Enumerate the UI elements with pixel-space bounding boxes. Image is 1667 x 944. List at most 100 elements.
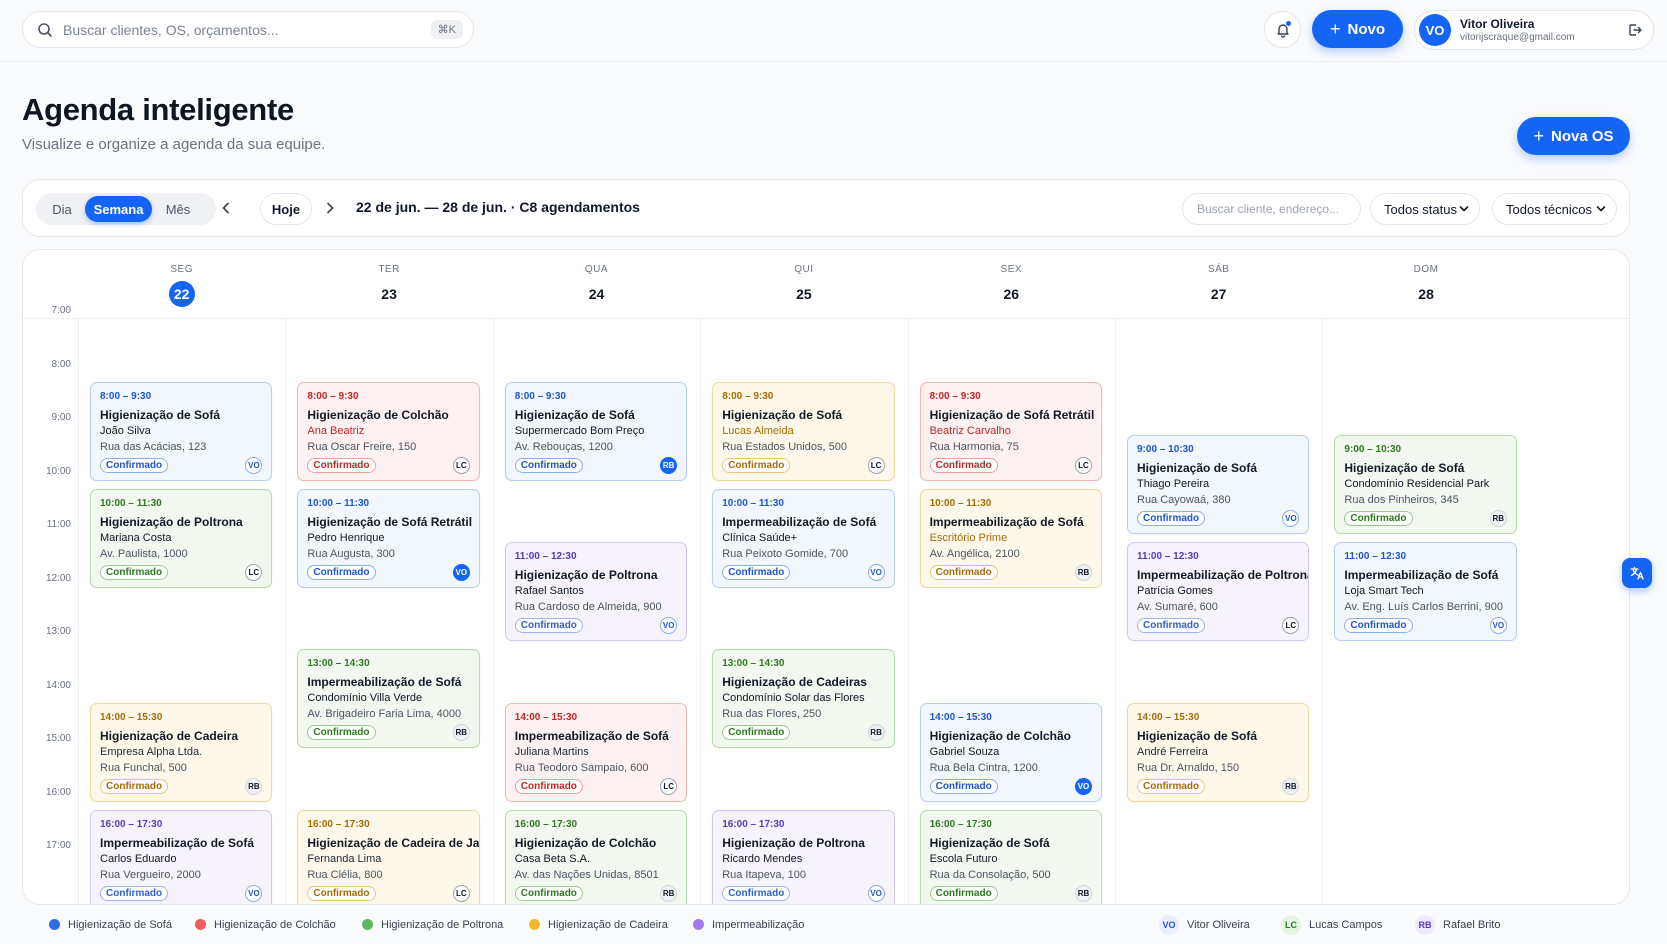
logout-icon[interactable]: [1627, 22, 1643, 38]
appointment-client: Mariana Costa: [100, 531, 172, 544]
hour-label: 15:00: [45, 733, 71, 744]
appointment-card[interactable]: 8:00 – 9:30 Higienização de Sofá João Silv…: [90, 381, 273, 481]
status-filter-select[interactable]: Todos status: [1370, 193, 1480, 225]
appointment-title: Higienização de Sofá: [1137, 728, 1258, 743]
appointment-card[interactable]: 10:00 – 11:30 Higienização de Poltrona Mar…: [90, 488, 273, 588]
legend-color-dot: [195, 919, 206, 930]
notifications-button[interactable]: [1264, 11, 1301, 48]
user-menu[interactable]: VO Vitor Oliveira vitorijscraque@gmail.c…: [1414, 10, 1654, 50]
day-header-weekday: SEG: [170, 264, 193, 275]
appointment-card[interactable]: 16:00 – 17:30 Impermeabilização de Sofá Ca…: [90, 809, 273, 904]
view-day-tab[interactable]: Dia: [39, 196, 85, 222]
appointment-time: 8:00 – 9:30: [722, 390, 774, 402]
appointment-card[interactable]: 8:00 – 9:30 Higienização de Sofá Retrátil…: [919, 381, 1102, 481]
appointment-client: Empresa Alpha Ltda.: [100, 745, 203, 758]
today-button[interactable]: Hoje: [260, 193, 312, 225]
appointment-card[interactable]: 8:00 – 9:30 Higienização de Colchão Ana Be…: [297, 381, 480, 481]
appointment-address: Rua Peixoto Gomide, 700: [722, 547, 849, 560]
view-week-tab[interactable]: Semana: [85, 196, 152, 222]
appointment-address: Rua Clélia, 800: [307, 868, 383, 881]
legend-service-item: Higienização de Poltrona: [362, 919, 503, 931]
day-header[interactable]: SÁB 27: [1115, 250, 1322, 318]
appointment-client: Rafael Santos: [514, 585, 584, 597]
appointment-address: Rua Estados Unidos, 500: [722, 440, 847, 453]
appointment-card[interactable]: 8:00 – 9:30 Higienização de Sofá Lucas Alm…: [712, 381, 895, 481]
status-badge: Confirmado: [722, 564, 791, 580]
legend-technician-avatar: VO: [1159, 914, 1179, 935]
day-header[interactable]: SEX 26: [908, 250, 1115, 318]
appointment-title: Impermeabilização de Sofá: [1344, 568, 1499, 582]
appointment-card[interactable]: 14:00 – 15:30 Higienização de Cadeira Empr…: [90, 702, 273, 802]
legend-technician-item: LC Lucas Campos: [1281, 914, 1382, 935]
appointment-card[interactable]: 10:00 – 11:30 Impermeabilização de Sofá Es…: [919, 488, 1102, 588]
global-search[interactable]: Buscar clientes, OS, orçamentos... ⌘K: [22, 11, 474, 48]
new-button-label: Novo: [1347, 20, 1386, 38]
notification-dot: [1285, 20, 1292, 27]
status-badge: Confirmado: [722, 725, 791, 740]
appointment-card[interactable]: 16:00 – 17:30 Higienização de Sofá Escola …: [919, 809, 1102, 904]
appointment-client: Loja Smart Tech: [1344, 585, 1424, 597]
appointment-card[interactable]: 14:00 – 15:30 Higienização de Colchão Gabr…: [919, 702, 1102, 802]
new-button[interactable]: + Novo: [1312, 10, 1403, 48]
legend-service-item: Higienização de Cadeira: [529, 919, 668, 931]
appointment-address: Rua Vergueiro, 2000: [100, 868, 201, 881]
appointment-card[interactable]: 11:00 – 12:30 Impermeabilização de Poltro…: [1127, 542, 1310, 641]
appointment-card[interactable]: 8:00 – 9:30 Higienização de Sofá Supermerc…: [504, 381, 688, 481]
appointment-card[interactable]: 16:00 – 17:30 Higienização de Cadeira de …: [297, 809, 480, 904]
day-header[interactable]: SEG 22: [78, 250, 285, 318]
appointment-time: 9:00 – 10:30: [1344, 444, 1402, 455]
search-placeholder[interactable]: Buscar clientes, OS, orçamentos...: [63, 22, 431, 38]
assistant-button[interactable]: [1622, 558, 1652, 588]
appointment-card[interactable]: 13:00 – 14:30 Impermeabilização de Sofá Co…: [297, 649, 480, 748]
appointment-card[interactable]: 10:00 – 11:30 Impermeabilização de Sofá Cl…: [712, 488, 895, 588]
prev-week-button[interactable]: [217, 199, 235, 217]
appointment-title: Impermeabilização de Sofá: [100, 835, 255, 850]
appointment-card[interactable]: 11:00 – 12:30 Impermeabilização de Sofá Lo…: [1334, 542, 1517, 641]
day-header[interactable]: TER 23: [285, 250, 492, 318]
status-badge: Confirmado: [100, 885, 169, 901]
appointment-address: Rua Teodoro Sampaio, 600: [514, 761, 649, 774]
day-header[interactable]: QUA 24: [493, 250, 700, 318]
appointment-client: Ricardo Mendes: [722, 852, 803, 865]
technician-avatar: RB: [1282, 777, 1300, 795]
day-header[interactable]: QUI 25: [700, 250, 907, 318]
technician-avatar: VO: [1074, 777, 1092, 795]
appointment-card[interactable]: 14:00 – 15:30 Impermeabilização de Sofá Ju…: [504, 702, 688, 802]
legend: Higienização de Sofá Higienização de Colc…: [22, 905, 1630, 944]
technician-avatar: VO: [1282, 510, 1300, 527]
appointment-card[interactable]: 13:00 – 14:30 Higienização de Cadeiras Con…: [712, 649, 895, 748]
top-bar: Buscar clientes, OS, orçamentos... ⌘K + …: [0, 0, 1667, 62]
plus-icon: +: [1329, 19, 1341, 39]
appointment-card[interactable]: 9:00 – 10:30 Higienização de Sofá Thiago P…: [1127, 435, 1310, 534]
technician-filter-select[interactable]: Todos técnicos: [1492, 193, 1617, 225]
technician-avatar: VO: [1489, 617, 1507, 634]
day-header-weekday: TER: [378, 264, 400, 275]
legend-service-label: Higienização de Poltrona: [381, 918, 504, 931]
legend-service-label: Higienização de Colchão: [214, 918, 336, 931]
appointment-address: Rua Cardoso de Almeida, 900: [514, 601, 662, 613]
new-os-button[interactable]: + Nova OS: [1517, 117, 1630, 155]
day-header[interactable]: DOM 28: [1322, 250, 1529, 318]
view-month-tab[interactable]: Mês: [152, 196, 204, 222]
appointment-card[interactable]: 10:00 – 11:30 Higienização de Sofá Retrát…: [297, 488, 480, 588]
hour-label: 9:00: [51, 412, 71, 423]
legend-service-item: Impermeabilização: [693, 919, 804, 931]
column-divider: [907, 319, 909, 904]
appointment-time: 10:00 – 11:30: [307, 497, 370, 509]
next-week-button[interactable]: [321, 199, 339, 217]
appointment-address: Av. das Nações Unidas, 8501: [514, 868, 659, 881]
legend-service-item: Higienização de Sofá: [49, 919, 172, 931]
user-email: vitorijscraque@gmail.com: [1460, 32, 1575, 43]
technician-avatar: RB: [1489, 510, 1507, 527]
appointment-title: Impermeabilização de Sofá: [722, 514, 877, 529]
appointment-card[interactable]: 9:00 – 10:30 Higienização de Sofá Condomín…: [1334, 435, 1517, 534]
appointment-card[interactable]: 16:00 – 17:30 Higienização de Poltrona Ric…: [712, 809, 895, 904]
appointment-client: Pedro Henrique: [307, 531, 385, 544]
appointment-time: 14:00 – 15:30: [514, 711, 578, 723]
appointment-card[interactable]: 16:00 – 17:30 Higienização de Colchão Casa…: [504, 809, 688, 904]
filter-search-input[interactable]: Buscar cliente, endereço...: [1182, 193, 1361, 225]
appointment-card[interactable]: 11:00 – 12:30 Higienização de Poltrona Raf…: [504, 542, 688, 641]
appointment-card[interactable]: 14:00 – 15:30 Higienização de Sofá André F…: [1127, 702, 1310, 802]
appointment-time: 14:00 – 15:30: [1137, 711, 1200, 723]
appointment-address: Rua dos Pinheiros, 345: [1344, 494, 1459, 506]
